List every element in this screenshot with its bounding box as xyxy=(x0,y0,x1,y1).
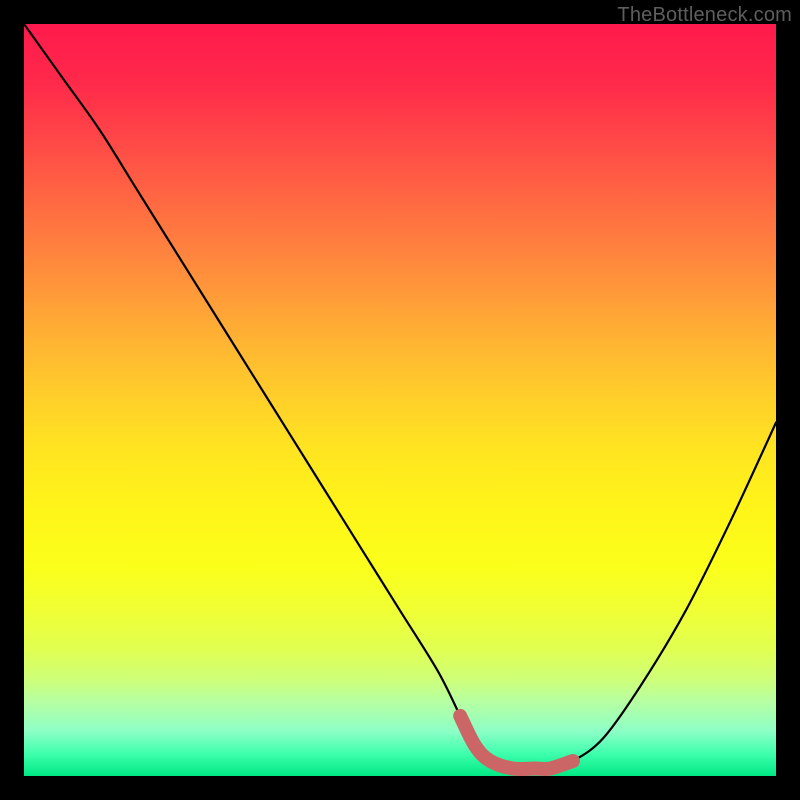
chart-gradient-frame xyxy=(24,24,776,776)
watermark-text: TheBottleneck.com xyxy=(617,4,792,27)
bottleneck-chart xyxy=(24,24,776,776)
bottleneck-curve-line xyxy=(24,24,776,769)
bottleneck-optimal-marker xyxy=(460,716,573,769)
